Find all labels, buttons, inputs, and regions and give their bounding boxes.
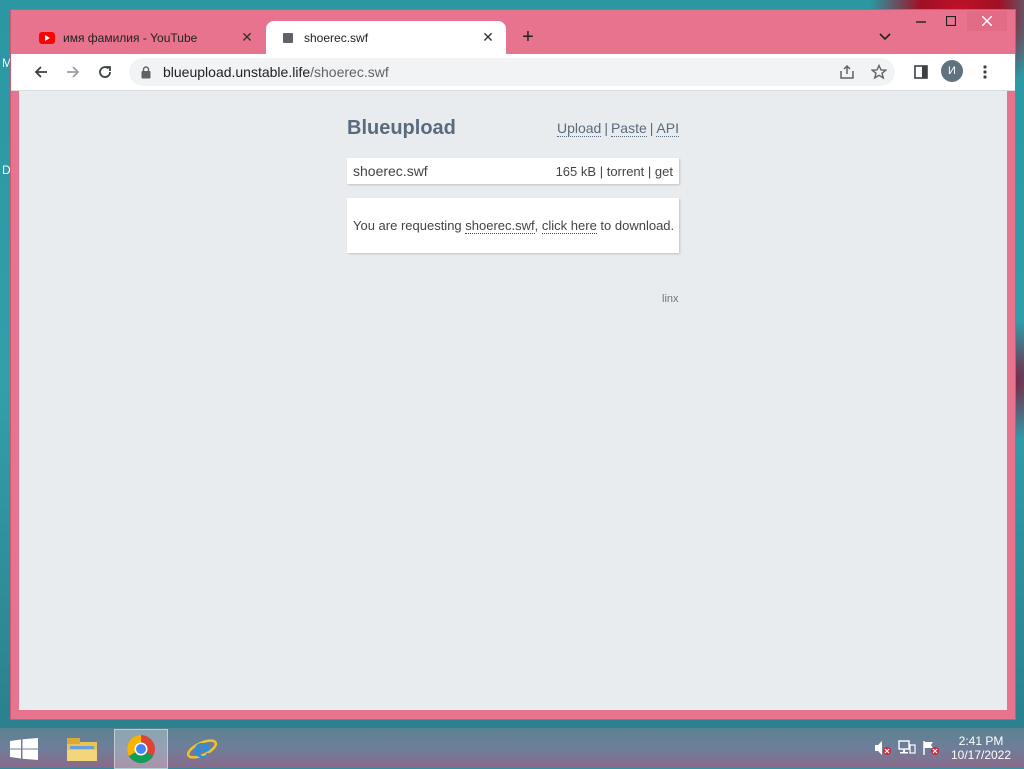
- meta-separator: |: [647, 164, 652, 179]
- internet-explorer-icon[interactable]: e: [176, 729, 228, 767]
- nav-separator: |: [604, 120, 608, 136]
- tab-strip: имя фамилия - YouTube ✕ shoerec.swf ✕ +: [11, 10, 1015, 54]
- share-icon[interactable]: [835, 60, 859, 84]
- request-comma: ,: [534, 218, 542, 233]
- request-suffix: to download.: [596, 218, 675, 233]
- svg-text:e: e: [194, 734, 211, 763]
- meta-separator: |: [599, 164, 604, 179]
- side-panel-icon[interactable]: [909, 60, 933, 84]
- file-explorer-icon[interactable]: [56, 729, 108, 767]
- close-tab-icon[interactable]: ✕: [478, 28, 498, 48]
- close-window-button[interactable]: [967, 11, 1007, 31]
- reload-icon[interactable]: [93, 60, 117, 84]
- new-tab-button[interactable]: +: [516, 25, 540, 49]
- clock-time: 2:41 PM: [958, 734, 1004, 748]
- tab-title: имя фамилия - YouTube: [63, 30, 198, 45]
- tab-title: shoerec.swf: [304, 30, 369, 45]
- system-clock[interactable]: 2:41 PM 10/17/2022: [946, 734, 1016, 762]
- url-path: /shoerec.swf: [310, 64, 389, 80]
- tab-search-chevron-icon[interactable]: [875, 27, 895, 47]
- page-header: Blueupload Upload | Paste | API: [347, 115, 679, 145]
- back-arrow-icon[interactable]: [29, 60, 53, 84]
- youtube-icon: [39, 30, 55, 46]
- minimize-button[interactable]: [907, 11, 935, 31]
- tab-shoerec[interactable]: shoerec.swf ✕: [266, 21, 506, 54]
- paste-link[interactable]: Paste: [610, 120, 647, 137]
- request-message: You are requesting shoerec.swf, click he…: [353, 218, 675, 234]
- top-nav: Upload | Paste | API: [556, 120, 679, 137]
- browser-window: имя фамилия - YouTube ✕ shoerec.swf ✕ +: [10, 9, 1016, 720]
- network-icon[interactable]: [898, 740, 916, 756]
- page-icon: [280, 30, 296, 46]
- file-meta: 165 kB | torrent | get: [556, 164, 673, 179]
- file-download-link[interactable]: shoerec.swf: [465, 218, 535, 234]
- file-size: 165 kB: [555, 164, 597, 179]
- clock-date: 10/17/2022: [950, 748, 1012, 762]
- linx-footer-link[interactable]: linx: [662, 293, 679, 305]
- request-prefix: You are requesting: [353, 218, 466, 233]
- api-link[interactable]: API: [656, 120, 679, 137]
- download-request-box: You are requesting shoerec.swf, click he…: [347, 198, 679, 253]
- upload-link[interactable]: Upload: [556, 120, 602, 137]
- forward-arrow-icon[interactable]: [61, 60, 85, 84]
- lock-icon[interactable]: [139, 65, 153, 79]
- url-text: blueupload.unstable.life/shoerec.swf: [163, 64, 389, 80]
- close-tab-icon[interactable]: ✕: [237, 28, 257, 48]
- file-info-bar: shoerec.swf 165 kB | torrent | get: [347, 158, 679, 184]
- chrome-icon[interactable]: [114, 729, 168, 769]
- action-center-flag-icon[interactable]: [922, 740, 940, 756]
- maximize-button[interactable]: [937, 11, 965, 31]
- browser-toolbar: blueupload.unstable.life/shoerec.swf И: [11, 54, 1015, 91]
- url-host: blueupload.unstable.life: [163, 64, 311, 80]
- site-title[interactable]: Blueupload: [347, 117, 456, 140]
- windows-start-icon[interactable]: [10, 738, 38, 760]
- menu-kebab-icon[interactable]: [973, 60, 997, 84]
- bookmark-star-icon[interactable]: [867, 60, 891, 84]
- torrent-link[interactable]: torrent: [607, 164, 645, 179]
- page-content: Blueupload Upload | Paste | API shoerec.swf …: [19, 91, 1007, 710]
- taskbar: e 2:41 PM 10/17/2022: [0, 728, 1024, 769]
- address-bar[interactable]: blueupload.unstable.life/shoerec.swf: [129, 58, 895, 86]
- get-link[interactable]: get: [655, 164, 673, 179]
- nav-separator: |: [649, 120, 654, 136]
- tab-youtube[interactable]: имя фамилия - YouTube ✕: [25, 21, 265, 54]
- file-name: shoerec.swf: [353, 163, 428, 179]
- profile-avatar[interactable]: И: [941, 60, 963, 82]
- click-here-link[interactable]: click here: [541, 218, 597, 234]
- volume-muted-icon[interactable]: [874, 740, 892, 756]
